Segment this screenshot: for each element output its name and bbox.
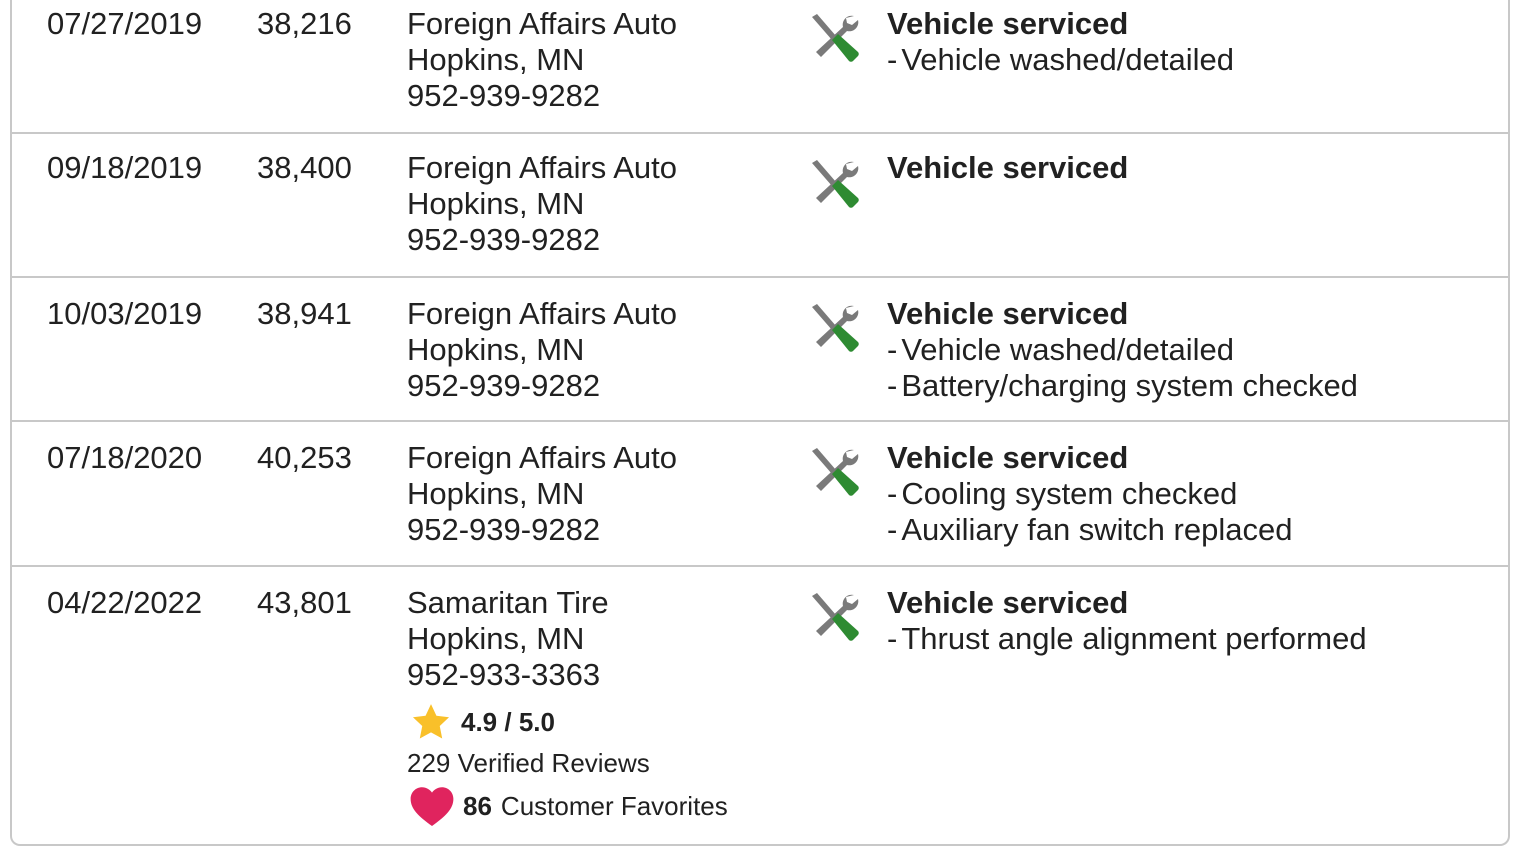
service-record: Vehicle serviced Cooling system checked … [887, 440, 1292, 548]
shop-phone: 952-939-9282 [407, 368, 601, 403]
record-title: Vehicle serviced [887, 296, 1129, 331]
shop-phone: 952-933-3363 [407, 657, 601, 692]
service-date: 04/22/2022 [47, 585, 203, 620]
service-record: Vehicle serviced [887, 150, 1128, 186]
record-item: Vehicle washed/detailed [887, 42, 1234, 78]
table-row: 07/27/2019 38,216 Foreign Affairs Auto H… [12, 0, 1508, 134]
service-shop: Foreign Affairs Auto Hopkins, MN 952-939… [407, 6, 677, 114]
mileage: 43,801 [257, 585, 352, 620]
service-tools-icon [802, 446, 862, 496]
favorites-count: 86 [463, 790, 492, 821]
shop-phone: 952-939-9282 [407, 512, 601, 547]
service-date: 09/18/2019 [47, 150, 203, 185]
service-date: 10/03/2019 [47, 296, 203, 331]
table-row: 04/22/2022 43,801 Samaritan Tire Hopkins… [12, 567, 1508, 846]
service-tools-icon [802, 158, 862, 208]
mileage: 38,941 [257, 296, 352, 331]
service-shop: Foreign Affairs Auto Hopkins, MN 952-939… [407, 440, 677, 548]
record-title: Vehicle serviced [887, 150, 1129, 185]
record-item: Vehicle washed/detailed [887, 332, 1358, 368]
star-icon [412, 704, 450, 739]
service-tools-icon [802, 12, 862, 62]
favorites-label: Customer Favorites [500, 790, 728, 821]
service-shop: Foreign Affairs Auto Hopkins, MN 952-939… [407, 150, 677, 258]
shop-location: Hopkins, MN [407, 42, 585, 77]
service-shop: Samaritan Tire Hopkins, MN 952-933-3363 [407, 585, 609, 693]
service-tools-icon [802, 591, 862, 641]
service-date: 07/27/2019 [47, 6, 203, 41]
shop-location: Hopkins, MN [407, 186, 585, 221]
shop-name: Foreign Affairs Auto [407, 440, 677, 475]
table-row: 09/18/2019 38,400 Foreign Affairs Auto H… [12, 134, 1508, 278]
verified-reviews-link[interactable]: 229 Verified Reviews [407, 748, 650, 778]
service-history-table: 07/27/2019 38,216 Foreign Affairs Auto H… [10, 0, 1510, 846]
shop-name: Foreign Affairs Auto [407, 296, 677, 331]
shop-name: Foreign Affairs Auto [407, 6, 677, 41]
rating-value: 4.9 / 5.0 [461, 706, 555, 737]
heart-icon [410, 787, 454, 827]
mileage: 38,400 [257, 150, 352, 185]
service-record: Vehicle serviced Vehicle washed/detailed [887, 6, 1234, 78]
shop-rating: 4.9 / 5.0 [409, 700, 555, 744]
service-date: 07/18/2020 [47, 440, 203, 475]
mileage: 38,216 [257, 6, 352, 41]
shop-location: Hopkins, MN [407, 476, 585, 511]
shop-location: Hopkins, MN [407, 332, 585, 367]
shop-location: Hopkins, MN [407, 621, 585, 656]
record-title: Vehicle serviced [887, 440, 1129, 475]
service-record: Vehicle serviced Thrust angle alignment … [887, 585, 1367, 657]
table-row: 07/18/2020 40,253 Foreign Affairs Auto H… [12, 422, 1508, 567]
shop-name: Foreign Affairs Auto [407, 150, 677, 185]
shop-phone: 952-939-9282 [407, 222, 601, 257]
service-shop: Foreign Affairs Auto Hopkins, MN 952-939… [407, 296, 677, 404]
record-title: Vehicle serviced [887, 585, 1129, 620]
record-item: Battery/charging system checked [887, 368, 1358, 404]
service-tools-icon [802, 302, 862, 352]
table-row: 10/03/2019 38,941 Foreign Affairs Auto H… [12, 278, 1508, 422]
record-title: Vehicle serviced [887, 6, 1129, 41]
mileage: 40,253 [257, 440, 352, 475]
record-item: Cooling system checked [887, 476, 1292, 512]
shop-phone: 952-939-9282 [407, 78, 601, 113]
shop-name: Samaritan Tire [407, 585, 609, 620]
record-item: Auxiliary fan switch replaced [887, 512, 1292, 548]
service-record: Vehicle serviced Vehicle washed/detailed… [887, 296, 1358, 404]
record-item: Thrust angle alignment performed [887, 621, 1366, 657]
customer-favorites: 86 Customer Favorites [409, 784, 728, 828]
